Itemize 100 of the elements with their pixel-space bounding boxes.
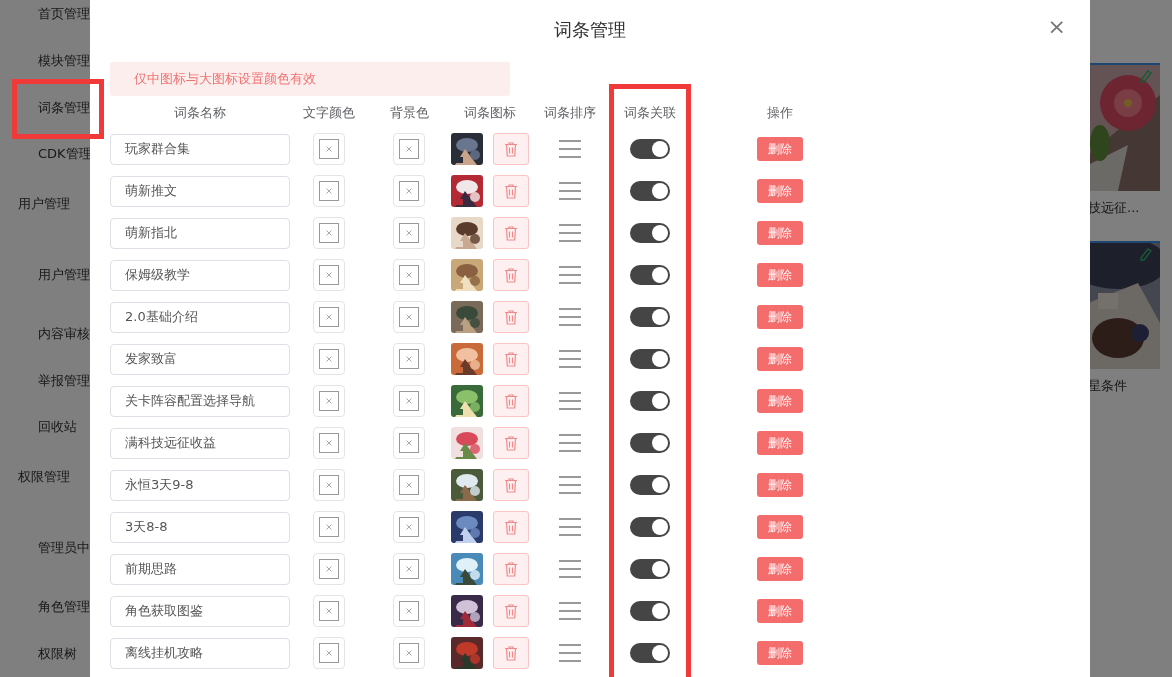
color-picker[interactable] (393, 175, 425, 207)
delete-button[interactable]: 删除 (757, 137, 803, 161)
input-field[interactable]: 永恒3天9-8 (110, 469, 290, 501)
delete-button[interactable]: 删除 (757, 305, 803, 329)
color-picker[interactable] (313, 511, 345, 543)
toggle-switch[interactable] (630, 307, 670, 327)
input-field[interactable]: 关卡阵容配置选择导航 (110, 385, 290, 417)
color-picker[interactable] (393, 427, 425, 459)
color-picker[interactable] (393, 511, 425, 543)
input-field[interactable]: 玩家群合集 (110, 133, 290, 165)
menu-item[interactable]: 模块管理 (38, 51, 90, 70)
input-field[interactable]: 萌新推文 (110, 175, 290, 207)
color-picker[interactable] (313, 637, 345, 669)
drag-handle-icon[interactable] (559, 308, 581, 326)
delete-icon-button[interactable] (493, 259, 529, 291)
menu-item[interactable]: 权限树 (38, 644, 77, 663)
drag-handle-icon[interactable] (559, 560, 581, 578)
drag-handle-icon[interactable] (559, 518, 581, 536)
color-picker[interactable] (393, 469, 425, 501)
delete-button[interactable]: 删除 (757, 473, 803, 497)
color-picker[interactable] (393, 259, 425, 291)
menu-item[interactable]: 词条管理 (38, 98, 90, 117)
delete-icon-button[interactable] (493, 595, 529, 627)
color-picker[interactable] (393, 385, 425, 417)
toggle-switch[interactable] (630, 391, 670, 411)
color-picker[interactable] (313, 343, 345, 375)
input-field[interactable]: 发家致富 (110, 343, 290, 375)
drag-handle-icon[interactable] (559, 266, 581, 284)
delete-button[interactable]: 删除 (757, 599, 803, 623)
delete-icon-button[interactable] (493, 469, 529, 501)
toggle-switch[interactable] (630, 139, 670, 159)
color-picker[interactable] (393, 553, 425, 585)
menu-item[interactable]: 角色管理 (38, 598, 90, 617)
input-field[interactable]: 保姆级教学 (110, 259, 290, 291)
input-field[interactable]: 角色获取图鉴 (110, 595, 290, 627)
delete-icon-button[interactable] (493, 175, 529, 207)
delete-button[interactable]: 删除 (757, 221, 803, 245)
toggle-switch[interactable] (630, 517, 670, 537)
color-picker[interactable] (393, 217, 425, 249)
delete-button[interactable]: 删除 (757, 431, 803, 455)
color-picker[interactable] (313, 259, 345, 291)
menu-item[interactable]: 举报管理 (38, 371, 90, 390)
toggle-switch[interactable] (630, 433, 670, 453)
delete-button[interactable]: 删除 (757, 389, 803, 413)
menu-item[interactable]: 管理员中 (38, 539, 90, 558)
drag-handle-icon[interactable] (559, 602, 581, 620)
input-field[interactable]: 萌新指北 (110, 217, 290, 249)
delete-button[interactable]: 删除 (757, 515, 803, 539)
input-field[interactable]: 离线挂机攻略 (110, 637, 290, 669)
toggle-switch[interactable] (630, 349, 670, 369)
input-field[interactable]: 3天8-8 (110, 511, 290, 543)
menu-item[interactable]: 内容审核 (38, 325, 90, 343)
menu-group[interactable]: 权限管理 (18, 467, 70, 486)
toggle-switch[interactable] (630, 559, 670, 579)
drag-handle-icon[interactable] (559, 140, 581, 158)
menu-item[interactable]: 回收站 (38, 418, 77, 437)
color-picker[interactable] (313, 133, 345, 165)
toggle-switch[interactable] (630, 223, 670, 243)
delete-icon-button[interactable] (493, 427, 529, 459)
drag-handle-icon[interactable] (559, 434, 581, 452)
input-field[interactable]: 2.0基础介绍 (110, 301, 290, 333)
delete-icon-button[interactable] (493, 217, 529, 249)
delete-icon-button[interactable] (493, 511, 529, 543)
menu-group[interactable]: 用户管理 (18, 194, 70, 213)
color-picker[interactable] (313, 469, 345, 501)
delete-icon-button[interactable] (493, 301, 529, 333)
color-picker[interactable] (393, 301, 425, 333)
color-picker[interactable] (313, 217, 345, 249)
color-picker[interactable] (393, 133, 425, 165)
input-field[interactable]: 前期思路 (110, 553, 290, 585)
delete-icon-button[interactable] (493, 385, 529, 417)
toggle-switch[interactable] (630, 643, 670, 663)
color-picker[interactable] (393, 637, 425, 669)
color-picker[interactable] (313, 427, 345, 459)
delete-button[interactable]: 删除 (757, 557, 803, 581)
delete-icon-button[interactable] (493, 343, 529, 375)
menu-item[interactable]: 用户管理 (38, 266, 90, 285)
delete-icon-button[interactable] (493, 553, 529, 585)
drag-handle-icon[interactable] (559, 392, 581, 410)
delete-button[interactable]: 删除 (757, 347, 803, 371)
drag-handle-icon[interactable] (559, 476, 581, 494)
color-picker[interactable] (313, 301, 345, 333)
drag-handle-icon[interactable] (559, 350, 581, 368)
color-picker[interactable] (313, 385, 345, 417)
drag-handle-icon[interactable] (559, 644, 581, 662)
delete-icon-button[interactable] (493, 133, 529, 165)
toggle-switch[interactable] (630, 181, 670, 201)
delete-button[interactable]: 删除 (757, 179, 803, 203)
drag-handle-icon[interactable] (559, 224, 581, 242)
menu-item[interactable]: 首页管理 (38, 5, 90, 24)
close-button[interactable]: × (1043, 16, 1070, 38)
color-picker[interactable] (313, 553, 345, 585)
delete-button[interactable]: 删除 (757, 263, 803, 287)
color-picker[interactable] (393, 343, 425, 375)
toggle-switch[interactable] (630, 265, 670, 285)
delete-button[interactable]: 删除 (757, 641, 803, 665)
delete-icon-button[interactable] (493, 637, 529, 669)
color-picker[interactable] (393, 595, 425, 627)
color-picker[interactable] (313, 175, 345, 207)
input-field[interactable]: 满科技远征收益 (110, 427, 290, 459)
